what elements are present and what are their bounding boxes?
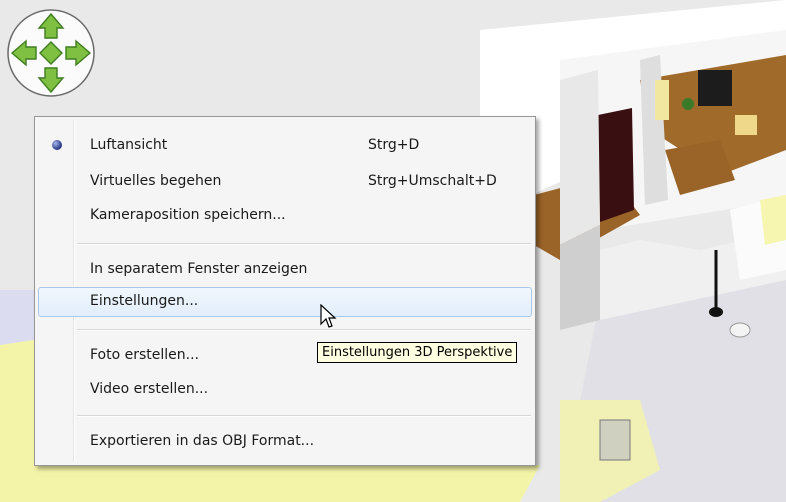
menu-item-video-erstellen[interactable]: Video erstellen... — [38, 375, 532, 405]
menu-item-luftansicht[interactable]: Luftansicht Strg+D — [38, 131, 532, 161]
menu-item-label: Kameraposition speichern... — [90, 207, 286, 223]
menu-separator — [77, 415, 531, 417]
menu-item-label: Video erstellen... — [90, 381, 209, 397]
menu-item-einstellungen[interactable]: Einstellungen... — [38, 287, 532, 317]
menu-item-label: Foto erstellen... — [90, 347, 200, 363]
menu-item-separatem-fenster[interactable]: In separatem Fenster anzeigen — [38, 255, 532, 285]
menu-item-label: Exportieren in das OBJ Format... — [90, 433, 315, 449]
menu-separator — [77, 243, 531, 245]
tooltip: Einstellungen 3D Perspektive — [317, 342, 518, 363]
mouse-cursor-icon — [320, 304, 337, 328]
context-menu: Luftansicht Strg+D Virtuelles begehen St… — [34, 116, 536, 466]
menu-item-label: Luftansicht — [90, 137, 168, 153]
menu-item-shortcut: Strg+D — [368, 137, 420, 153]
menu-item-label: Einstellungen... — [90, 293, 199, 309]
navigation-arrows-icon[interactable] — [6, 8, 96, 98]
menu-item-shortcut: Strg+Umschalt+D — [368, 173, 497, 189]
menu-separator — [77, 329, 531, 331]
menu-item-exportieren-obj[interactable]: Exportieren in das OBJ Format... — [38, 427, 532, 457]
menu-item-kameraposition-speichern[interactable]: Kameraposition speichern... — [38, 201, 532, 231]
menu-item-virtuelles-begehen[interactable]: Virtuelles begehen Strg+Umschalt+D — [38, 167, 532, 197]
menu-item-label: In separatem Fenster anzeigen — [90, 261, 308, 277]
radio-checked-icon — [52, 140, 62, 150]
menu-item-label: Virtuelles begehen — [90, 173, 222, 189]
